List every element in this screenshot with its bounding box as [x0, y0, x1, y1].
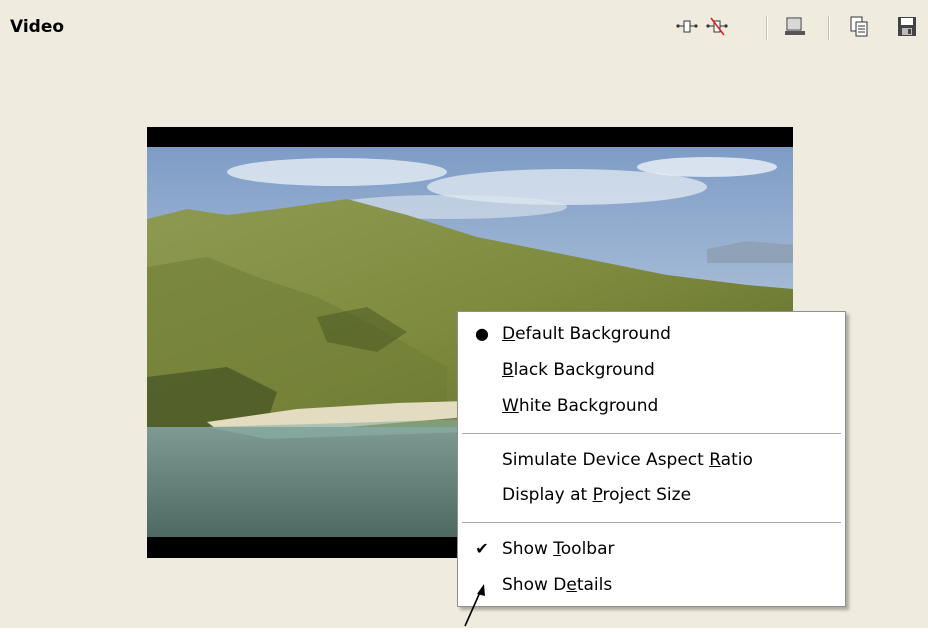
toolbar-separator [766, 16, 768, 40]
menu-item-display-project-size[interactable]: Display at Project Size [458, 480, 845, 510]
callout-arrow-icon [455, 584, 495, 632]
menu-item-label: Display at Project Size [502, 485, 692, 505]
video-panel: Video ● Default Background Black Backgro… [0, 0, 928, 628]
snap-markers-icon[interactable] [674, 14, 700, 40]
menu-item-label: Show Details [502, 575, 613, 595]
video-toolbar [670, 12, 928, 42]
menu-item-show-details[interactable]: Show Details [458, 570, 845, 600]
menu-item-simulate-aspect-ratio[interactable]: Simulate Device Aspect Ratio [458, 445, 845, 475]
menu-item-white-background[interactable]: White Background [458, 391, 845, 421]
menu-item-label: Simulate Device Aspect Ratio [502, 450, 753, 470]
radio-bullet-icon: ● [475, 324, 489, 343]
copy-icon[interactable] [846, 14, 872, 40]
menu-item-label: Show Toolbar [502, 539, 615, 559]
menu-item-default-background[interactable]: ● Default Background [458, 319, 845, 349]
menu-separator [462, 433, 841, 435]
checkmark-icon: ✔ [475, 539, 489, 558]
save-icon[interactable] [894, 14, 920, 40]
menu-item-label: Default Background [502, 324, 671, 344]
toolbar-separator [828, 16, 830, 40]
context-menu: ● Default Background Black Background Wh… [457, 311, 846, 607]
menu-item-show-toolbar[interactable]: ✔ Show Toolbar [458, 534, 845, 564]
delete-markers-icon[interactable] [704, 14, 730, 40]
menu-item-label: Black Background [502, 360, 655, 380]
menu-item-black-background[interactable]: Black Background [458, 355, 845, 385]
menu-separator [462, 522, 841, 524]
panel-title: Video [10, 17, 65, 37]
menu-item-label: White Background [502, 396, 659, 416]
preview-window-icon[interactable] [782, 14, 808, 40]
